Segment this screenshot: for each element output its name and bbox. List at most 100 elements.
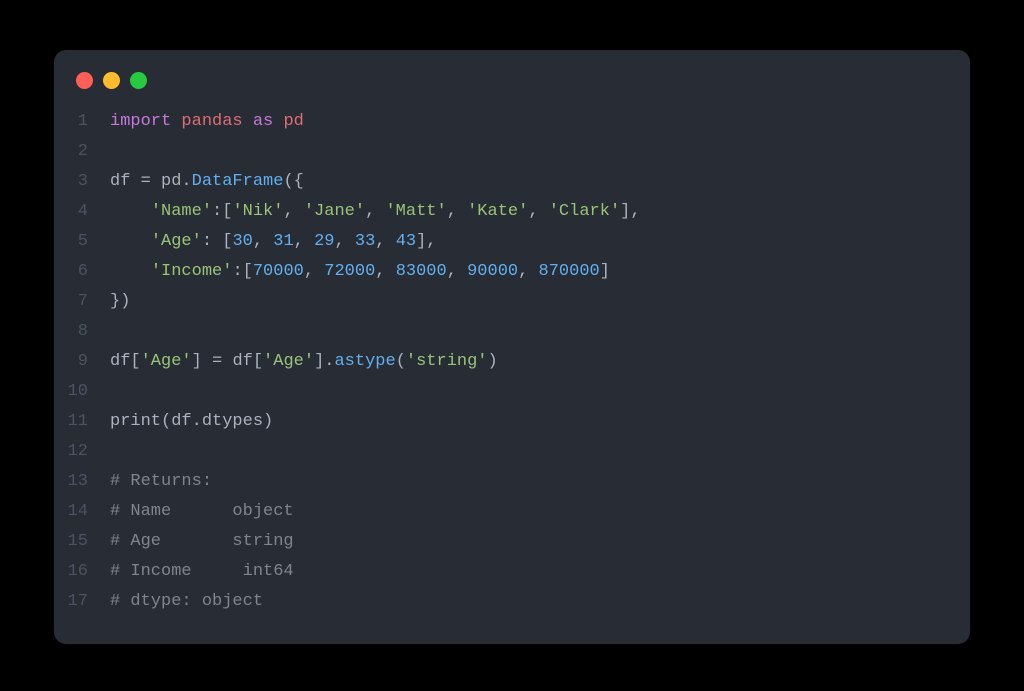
line-number: 15 <box>54 527 110 557</box>
token-op <box>171 112 181 131</box>
code-line: 16# Income int64 <box>54 557 970 587</box>
token-op: , <box>518 262 538 281</box>
line-number: 10 <box>54 377 110 407</box>
token-id: df <box>171 412 191 431</box>
line-number: 2 <box>54 137 110 167</box>
token-num: 43 <box>396 232 416 251</box>
token-str: 'Age' <box>151 232 202 251</box>
token-fn: DataFrame <box>192 172 284 191</box>
token-op: , <box>447 202 467 221</box>
code-line: 4 'Name':['Nik', 'Jane', 'Matt', 'Kate',… <box>54 197 970 227</box>
token-op: . <box>181 172 191 191</box>
token-op: : [ <box>202 232 233 251</box>
token-op: , <box>365 202 385 221</box>
code-line: 6 'Income':[70000, 72000, 83000, 90000, … <box>54 257 970 287</box>
token-op: ], <box>416 232 436 251</box>
code-line: 15# Age string <box>54 527 970 557</box>
token-op: ], <box>620 202 640 221</box>
code-line: 5 'Age': [30, 31, 29, 33, 43], <box>54 227 970 257</box>
token-cmt: # Income int64 <box>110 562 294 581</box>
token-str: 'string' <box>406 352 488 371</box>
token-op <box>243 112 253 131</box>
token-id: dtypes <box>202 412 263 431</box>
token-op: ({ <box>283 172 303 191</box>
token-id: pd <box>161 172 181 191</box>
token-kw: import <box>110 112 171 131</box>
token-str: 'Income' <box>151 262 233 281</box>
token-op <box>110 262 151 281</box>
code-source: # Income int64 <box>110 557 294 587</box>
token-op: [ <box>130 352 140 371</box>
window-minimize-icon[interactable] <box>103 72 120 89</box>
token-num: 870000 <box>539 262 600 281</box>
code-line: 8 <box>54 317 970 347</box>
token-op: :[ <box>232 262 252 281</box>
line-number: 4 <box>54 197 110 227</box>
code-source: # Name object <box>110 497 294 527</box>
token-op: , <box>528 202 548 221</box>
window-close-icon[interactable] <box>76 72 93 89</box>
token-op: , <box>334 232 354 251</box>
code-source: df = pd.DataFrame({ <box>110 167 304 197</box>
token-op: , <box>375 262 395 281</box>
token-num: 83000 <box>396 262 447 281</box>
token-op: }) <box>110 292 130 311</box>
code-source: }) <box>110 287 130 317</box>
token-cmt: # dtype: object <box>110 592 263 611</box>
token-op: ( <box>161 412 171 431</box>
token-op: , <box>375 232 395 251</box>
token-num: 90000 <box>467 262 518 281</box>
line-number: 12 <box>54 437 110 467</box>
line-number: 1 <box>54 107 110 137</box>
line-number: 16 <box>54 557 110 587</box>
token-op: ]. <box>314 352 334 371</box>
token-str: 'Matt' <box>385 202 446 221</box>
token-num: 31 <box>273 232 293 251</box>
token-op: , <box>294 232 314 251</box>
code-line: 1import pandas as pd <box>54 107 970 137</box>
token-num: 33 <box>355 232 375 251</box>
token-op: , <box>253 232 273 251</box>
token-op: , <box>447 262 467 281</box>
token-op: , <box>283 202 303 221</box>
line-number: 9 <box>54 347 110 377</box>
line-number: 8 <box>54 317 110 347</box>
token-print: print <box>110 412 161 431</box>
token-str: 'Age' <box>141 352 192 371</box>
code-source: 'Income':[70000, 72000, 83000, 90000, 87… <box>110 257 610 287</box>
line-number: 7 <box>54 287 110 317</box>
code-source: # Age string <box>110 527 294 557</box>
token-op: . <box>192 412 202 431</box>
code-line: 9df['Age'] = df['Age'].astype('string') <box>54 347 970 377</box>
code-line: 14# Name object <box>54 497 970 527</box>
token-cmt: # Name object <box>110 502 294 521</box>
code-line: 11print(df.dtypes) <box>54 407 970 437</box>
line-number: 3 <box>54 167 110 197</box>
token-op: [ <box>253 352 263 371</box>
code-line: 3df = pd.DataFrame({ <box>54 167 970 197</box>
token-id: df <box>110 172 141 191</box>
token-str: 'Kate' <box>467 202 528 221</box>
token-op: ) <box>263 412 273 431</box>
token-id: df <box>232 352 252 371</box>
code-line: 17# dtype: object <box>54 587 970 617</box>
code-source: import pandas as pd <box>110 107 304 137</box>
token-op: , <box>304 262 324 281</box>
window-zoom-icon[interactable] <box>130 72 147 89</box>
token-op: ] = <box>192 352 233 371</box>
code-source: print(df.dtypes) <box>110 407 273 437</box>
token-id: df <box>110 352 130 371</box>
line-number: 6 <box>54 257 110 287</box>
code-editor-window: 1import pandas as pd23df = pd.DataFrame(… <box>54 50 970 644</box>
line-number: 17 <box>54 587 110 617</box>
token-mod: pandas <box>181 112 242 131</box>
token-op <box>110 202 151 221</box>
code-source: df['Age'] = df['Age'].astype('string') <box>110 347 498 377</box>
line-number: 13 <box>54 467 110 497</box>
token-fn: astype <box>334 352 395 371</box>
token-mod: pd <box>283 112 303 131</box>
token-op: ] <box>600 262 610 281</box>
token-kw: as <box>253 112 273 131</box>
token-op: ) <box>488 352 498 371</box>
token-num: 72000 <box>324 262 375 281</box>
